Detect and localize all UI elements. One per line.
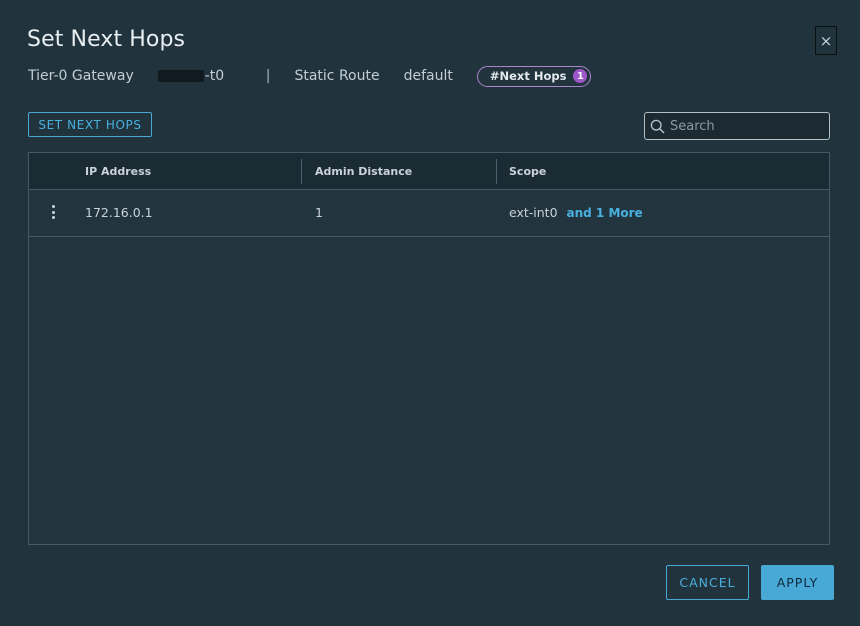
row-actions-kebab-icon[interactable]	[47, 203, 59, 221]
gateway-name-suffix: -t0	[204, 68, 225, 84]
close-icon: ×	[819, 31, 833, 50]
pill-label: #Next Hops	[489, 69, 567, 83]
gateway-label: Tier-0 Gateway	[28, 68, 134, 84]
redacted-text	[157, 70, 204, 82]
column-resize-handle[interactable]	[496, 159, 497, 184]
scope-value: ext-int0	[509, 205, 558, 220]
column-resize-handle[interactable]	[301, 159, 302, 184]
search-input[interactable]	[670, 118, 820, 134]
set-next-hops-button[interactable]: SET NEXT HOPS	[28, 112, 152, 137]
route-label: Static Route	[294, 68, 380, 84]
close-button[interactable]: ×	[815, 26, 837, 55]
column-header-scope[interactable]: Scope	[509, 165, 546, 178]
cell-ip-address: 172.16.0.1	[85, 205, 153, 220]
gateway-name: -t0	[157, 68, 266, 84]
pill-count-badge: 1	[573, 69, 588, 83]
dialog-title: Set Next Hops	[27, 27, 186, 52]
cancel-button[interactable]: CANCEL	[666, 565, 749, 600]
search-box[interactable]	[644, 112, 830, 140]
separator: |	[265, 68, 271, 84]
next-hops-table: IP Address Admin Distance Scope 172.16.0…	[28, 152, 830, 545]
set-next-hops-dialog: Set Next Hops × Tier-0 Gateway -t0 | Sta…	[0, 0, 860, 626]
table-row: 172.16.0.1 1 ext-int0 and 1 More	[29, 190, 829, 237]
dialog-subheader: Tier-0 Gateway -t0 | Static Route defaul…	[28, 64, 592, 88]
search-icon	[650, 119, 665, 133]
apply-button[interactable]: APPLY	[761, 565, 834, 600]
next-hops-count-pill: #Next Hops 1	[476, 65, 592, 87]
cell-admin-distance: 1	[315, 205, 323, 220]
table-header: IP Address Admin Distance Scope	[29, 153, 829, 190]
scope-more-link[interactable]: and 1 More	[567, 206, 643, 220]
cell-scope: ext-int0 and 1 More	[509, 205, 643, 220]
column-header-admin-distance[interactable]: Admin Distance	[315, 165, 412, 178]
route-name: default	[403, 68, 453, 84]
column-header-ip-address[interactable]: IP Address	[85, 165, 151, 178]
